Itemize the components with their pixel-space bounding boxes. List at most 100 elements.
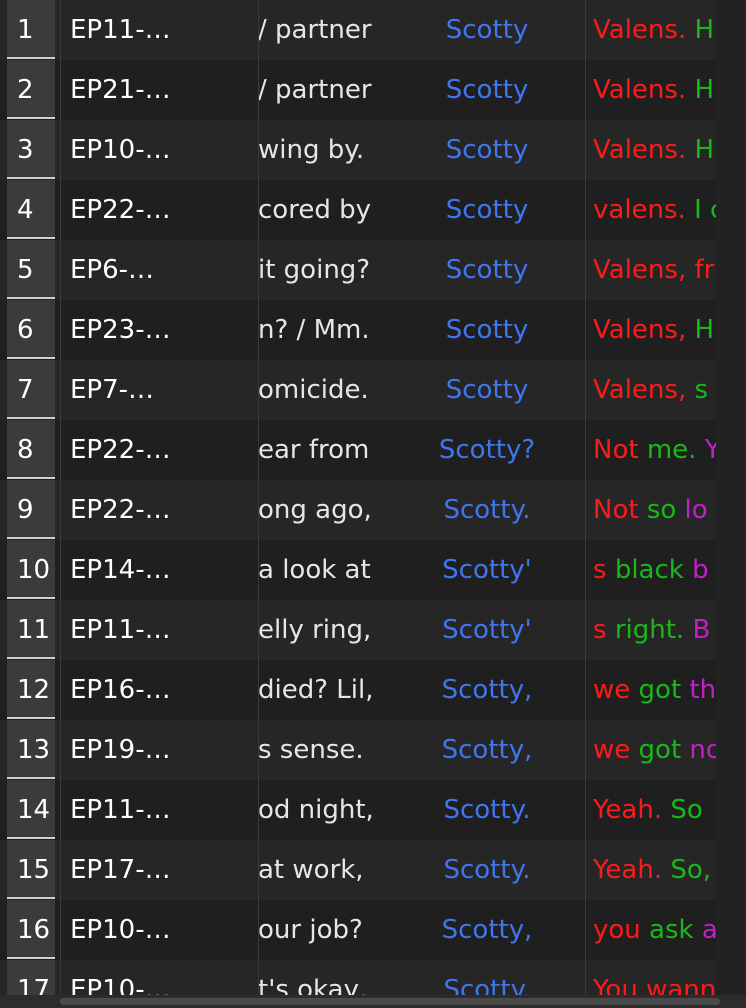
file-cell: EP16-… (70, 675, 171, 705)
right-context-token: s (694, 375, 709, 405)
right-context-token: So, (670, 855, 712, 885)
left-context-cell: it going? (258, 240, 376, 300)
left-context-cell: elly ring, (258, 600, 376, 660)
keyword-cell: Scotty? (438, 435, 536, 465)
left-context-text: our job? (258, 915, 363, 945)
row-number: 6 (7, 300, 55, 359)
right-context-cell: Valens. H (593, 120, 716, 180)
table-row[interactable]: 9 EP22-… ong ago, Scotty. Not so lo (0, 480, 746, 540)
right-context-token: black (614, 555, 693, 585)
keyword-cell: Scotty. (443, 795, 531, 825)
file-cell: EP17-… (70, 855, 171, 885)
horizontal-scrollbar[interactable] (0, 995, 746, 1008)
left-context-cell: died? Lil, (258, 660, 376, 720)
column-divider (60, 0, 61, 995)
file-cell: EP10-… (70, 915, 171, 945)
left-context-cell: od night, (258, 780, 376, 840)
left-context-cell: ong ago, (258, 480, 376, 540)
table-row[interactable]: 3 EP10-… wing by. Scotty Valens. H (0, 120, 746, 180)
right-context-token: Yeah. (593, 855, 671, 885)
right-context-cell: Not me. Y (593, 420, 716, 480)
right-context-token: wann (646, 975, 716, 995)
right-context-token: Valens, (593, 375, 695, 405)
table-row[interactable]: 4 EP22-… cored by Scotty valens. I c (0, 180, 746, 240)
file-cell: EP19-… (70, 735, 171, 765)
right-gutter (716, 0, 746, 995)
keyword-cell: Scotty, (441, 735, 533, 765)
left-context-text: at work, (258, 855, 364, 885)
right-context-cell: Valens, s (593, 360, 716, 420)
table-row[interactable]: 2 EP21-… / partner Scotty Valens. H (0, 60, 746, 120)
table-row[interactable]: 7 EP7-… omicide. Scotty Valens, s (0, 360, 746, 420)
row-number: 12 (7, 660, 55, 719)
table-row[interactable]: 6 EP23-… n? / Mm. Scotty Valens, H (0, 300, 746, 360)
file-cell: EP14-… (70, 555, 171, 585)
left-context-text: / partner (258, 15, 372, 45)
file-cell: EP11-… (70, 615, 171, 645)
right-context-cell: Yeah. So, (593, 840, 716, 900)
table-row[interactable]: 16 EP10-… our job? Scotty, you ask a (0, 900, 746, 960)
right-context-token: me. (646, 435, 705, 465)
right-context-token: B (692, 615, 711, 645)
row-number: 5 (7, 240, 55, 299)
file-cell: EP22-… (70, 495, 171, 525)
right-context-token: you (593, 915, 650, 945)
right-context-token: got (638, 675, 690, 705)
right-context-token: Valens. (593, 75, 695, 105)
left-context-text: ear from (258, 435, 370, 465)
left-context-cell: omicide. (258, 360, 376, 420)
table-row[interactable]: 8 EP22-… ear from Scotty? Not me. Y (0, 420, 746, 480)
left-context-cell: a look at (258, 540, 376, 600)
right-context-cell: Valens, H (593, 300, 716, 360)
left-context-text: wing by. (258, 135, 365, 165)
column-divider (585, 0, 586, 995)
table-row[interactable]: 11 EP11-… elly ring, Scotty' s right. B (0, 600, 746, 660)
table-row[interactable]: 13 EP19-… s sense. Scotty, we got no (0, 720, 746, 780)
right-context-token: no (689, 735, 716, 765)
row-number: 1 (7, 0, 55, 59)
table-row[interactable]: 17 EP10-… t's okay, Scotty. You wann (0, 960, 746, 995)
right-context-token: Not (593, 495, 647, 525)
left-context-cell: our job? (258, 900, 376, 960)
row-number: 9 (7, 480, 55, 539)
right-context-token: H (694, 75, 715, 105)
right-context-token: fr (694, 255, 715, 285)
keyword-cell: Scotty (445, 315, 529, 345)
table-row[interactable]: 5 EP6-… it going? Scotty Valens, fr (0, 240, 746, 300)
right-context-token: b (692, 555, 709, 585)
left-context-text: od night, (258, 795, 374, 825)
file-cell: EP10-… (70, 135, 171, 165)
keyword-cell: Scotty, (441, 915, 533, 945)
right-context-token: th (689, 675, 716, 705)
table-row[interactable]: 1 EP11-… / partner Scotty Valens. H (0, 0, 746, 60)
keyword-cell: Scotty' (442, 615, 532, 645)
left-context-cell: t's okay, (258, 960, 376, 995)
table-row[interactable]: 14 EP11-… od night, Scotty. Yeah. So (0, 780, 746, 840)
file-cell: EP22-… (70, 195, 171, 225)
left-context-text: ong ago, (258, 495, 372, 525)
right-context-token: H (694, 15, 715, 45)
right-context-token: got (638, 735, 690, 765)
right-context-token: You (593, 975, 647, 995)
left-context-text: it going? (258, 255, 371, 285)
right-context-token: so (646, 495, 685, 525)
right-context-cell: You wann (593, 960, 716, 995)
file-cell: EP7-… (70, 375, 155, 405)
table-row[interactable]: 12 EP16-… died? Lil, Scotty, we got th (0, 660, 746, 720)
right-context-token: Yeah. (593, 795, 671, 825)
keyword-cell: Scotty' (442, 555, 532, 585)
right-context-cell: Valens. H (593, 60, 716, 120)
right-context-token: Valens, (593, 255, 695, 285)
table-row[interactable]: 15 EP17-… at work, Scotty. Yeah. So, (0, 840, 746, 900)
left-context-cell: / partner (258, 60, 376, 120)
scrollbar-thumb[interactable] (60, 998, 720, 1005)
file-cell: EP11-… (70, 795, 171, 825)
table-row[interactable]: 10 EP14-… a look at Scotty' s black b (0, 540, 746, 600)
left-context-text: cored by (258, 195, 371, 225)
file-cell: EP11-… (70, 15, 171, 45)
right-context-cell: valens. I c (593, 180, 716, 240)
right-context-token: we (593, 675, 639, 705)
right-context-cell: s right. B (593, 600, 716, 660)
row-number: 2 (7, 60, 55, 119)
right-context-cell: s black b (593, 540, 716, 600)
